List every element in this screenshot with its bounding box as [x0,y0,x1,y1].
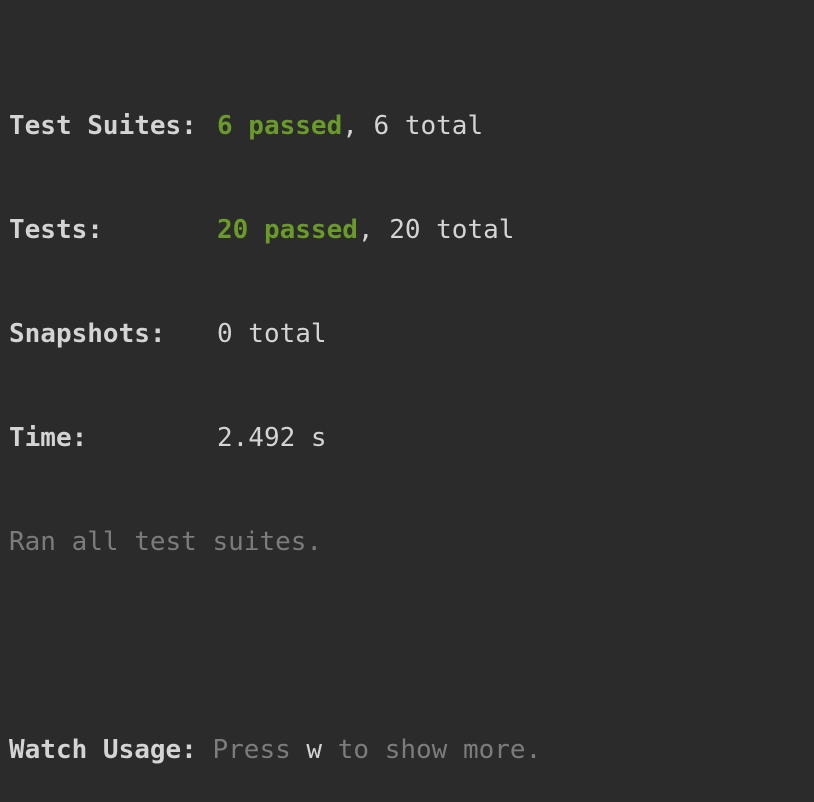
tests-line: Tests: 20 passed, 20 total [9,208,541,252]
tests-label: Tests: [9,215,103,245]
time-value: 2.492 s [217,423,327,453]
test-suites-passed: 6 passed [217,111,343,141]
time-label: Time: [9,423,88,453]
snapshots-line: Snapshots: 0 total [9,312,541,356]
watch-press-text: Press [196,735,307,765]
test-suites-line: Test Suites: 6 passed, 6 total [9,104,541,148]
test-suites-label: Test Suites: [9,111,197,141]
tests-total: , 20 total [357,215,515,245]
watch-usage-label: Watch Usage: [9,735,197,765]
terminal-output: Test Suites: 6 passed, 6 total Tests: 20 p… [9,44,541,802]
watch-key: w [306,735,323,765]
test-suites-total: , 6 total [342,111,484,141]
ran-all-message: Ran all test suites. [9,527,323,557]
watch-rest-text: to show more. [322,735,542,765]
snapshots-total: 0 total [217,319,327,349]
tests-passed: 20 passed [217,215,358,245]
snapshots-label: Snapshots: [9,319,166,349]
watch-usage-line: Watch Usage: Press w to show more. [9,728,541,772]
time-line: Time: 2.492 s [9,416,541,460]
